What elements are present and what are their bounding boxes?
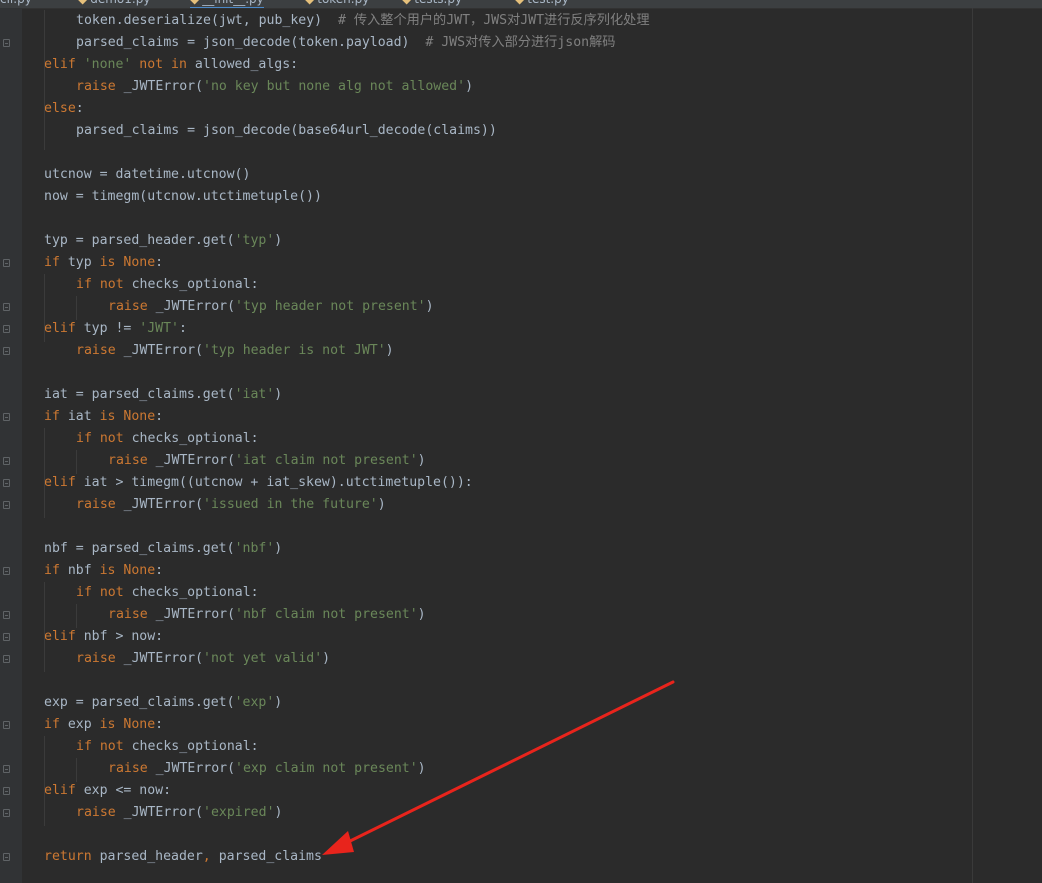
indent-guide bbox=[76, 604, 77, 628]
arrow-head bbox=[322, 831, 354, 855]
indent-guide bbox=[44, 274, 45, 342]
indent-guide bbox=[76, 296, 77, 320]
red-annotation-arrow bbox=[322, 680, 675, 855]
indent-guide bbox=[76, 450, 77, 474]
indent-guide bbox=[44, 582, 45, 672]
indent-guide bbox=[76, 758, 77, 782]
arrow-shaft bbox=[338, 680, 675, 848]
indent-guide bbox=[44, 428, 45, 518]
indent-guide bbox=[44, 10, 45, 150]
indent-guide bbox=[44, 736, 45, 826]
